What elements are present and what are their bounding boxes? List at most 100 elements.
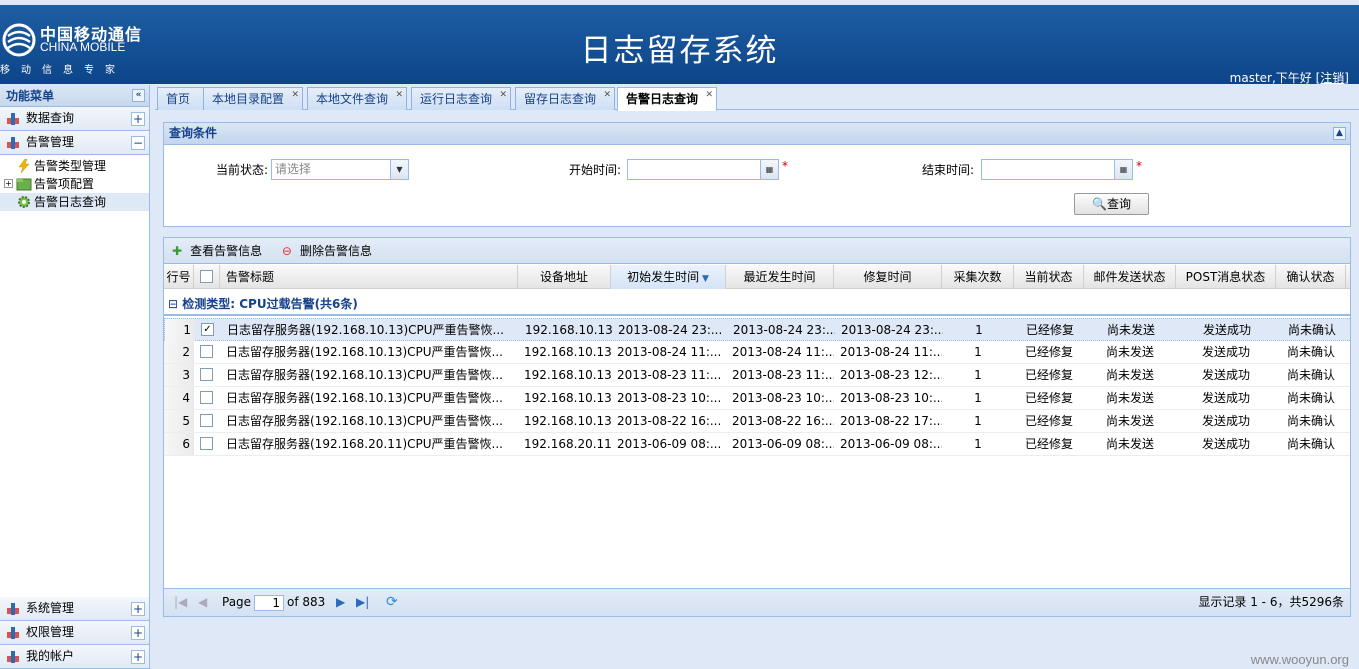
cell-confirm: 尚未确认 xyxy=(1286,391,1335,405)
delete-alarm-button[interactable]: ⊖ 删除告警信息 xyxy=(282,244,380,258)
menu-section[interactable]: 我的帐户 + xyxy=(0,645,149,669)
column-label: 告警标题 xyxy=(226,270,275,284)
next-page-icon[interactable]: ▶ xyxy=(336,589,345,615)
record-summary: 显示记录 1 - 6，共5296条 xyxy=(1198,595,1344,609)
row-checkbox[interactable] xyxy=(200,345,213,358)
search-icon: 🔍 xyxy=(1092,197,1107,211)
delete-icon: ⊖ xyxy=(281,244,292,258)
table-row[interactable]: 4 日志留存服务器(192.168.10.13)CPU严重告警恢... 192.16… xyxy=(164,387,1350,410)
cell-mail: 尚未发送 xyxy=(1105,391,1154,405)
menu-section[interactable]: 数据查询 + xyxy=(0,107,149,131)
table-row[interactable]: 3 日志留存服务器(192.168.10.13)CPU严重告警恢... 192.16… xyxy=(164,364,1350,387)
cell-count: 1 xyxy=(974,437,982,451)
calendar-icon[interactable]: ▦ xyxy=(1114,160,1132,179)
expand-toggle-icon[interactable]: − xyxy=(131,136,145,150)
menu-section-label: 我的帐户 xyxy=(26,649,75,663)
close-icon[interactable]: ✕ xyxy=(499,90,507,100)
column-header[interactable]: 行号 xyxy=(164,265,194,289)
app-header: 中国移动通信 CHINA MOBILE 移动信息专家 日志留存系统 master… xyxy=(0,0,1359,86)
sidebar: 功能菜单 « 数据查询 + 告警管理 − 告警类型管理 + 告警项配置 告警日志… xyxy=(0,85,150,669)
column-header[interactable]: 修复时间 xyxy=(834,265,942,289)
calendar-icon[interactable]: ▦ xyxy=(760,160,778,179)
tree-item-alarm-config[interactable]: + 告警项配置 xyxy=(0,175,149,193)
row-checkbox[interactable] xyxy=(200,391,213,404)
cell-count: 1 xyxy=(974,368,982,382)
tab[interactable]: 告警日志查询 ✕ xyxy=(617,87,718,111)
puzzle-icon: ✚ xyxy=(172,244,183,258)
collapse-sidebar-icon[interactable]: « xyxy=(132,89,145,102)
table-row[interactable]: 2 日志留存服务器(192.168.10.13)CPU严重告警恢... 192.16… xyxy=(164,341,1350,364)
column-header[interactable]: 当前状态 xyxy=(1014,265,1084,289)
column-header[interactable]: 邮件发送状态 xyxy=(1084,265,1176,289)
row-checkbox[interactable] xyxy=(200,414,213,427)
cell-state: 已经修复 xyxy=(1025,323,1074,337)
select-all-checkbox[interactable] xyxy=(200,270,213,283)
row-checkbox[interactable] xyxy=(200,437,213,450)
tab[interactable]: 首页 xyxy=(157,87,210,110)
logout-link[interactable]: [注销] xyxy=(1316,71,1349,85)
close-icon[interactable]: ✕ xyxy=(603,90,611,100)
row-checkbox[interactable]: ✓ xyxy=(201,323,214,336)
close-icon[interactable]: ✕ xyxy=(705,90,713,100)
table-row[interactable]: 6 日志留存服务器(192.168.20.11)CPU严重告警恢... 192.16… xyxy=(164,433,1350,456)
tab[interactable]: 本地目录配置 ✕ xyxy=(203,87,304,110)
column-header[interactable]: 初始发生时间 ▼ xyxy=(611,265,726,289)
cell-title: 日志留存服务器(192.168.10.13)CPU严重告警恢... xyxy=(226,345,503,359)
column-header[interactable]: 设备地址 xyxy=(518,265,611,289)
cell-fix: 2013-08-23 12:... xyxy=(840,368,942,382)
column-label: 当前状态 xyxy=(1024,270,1073,284)
prev-page-icon[interactable]: ◀ xyxy=(198,589,207,615)
start-time-field[interactable]: ▦ xyxy=(627,159,779,180)
column-header[interactable]: POST消息状态 xyxy=(1176,265,1276,289)
tree-item-label: 告警日志查询 xyxy=(34,195,107,209)
cell-title: 日志留存服务器(192.168.10.13)CPU严重告警恢... xyxy=(227,323,504,337)
cell-last: 2013-08-24 11:... xyxy=(732,345,834,359)
column-label: 最近发生时间 xyxy=(743,270,816,284)
column-header[interactable]: 采集次数 xyxy=(942,265,1014,289)
expand-toggle-icon[interactable]: + xyxy=(131,112,145,126)
close-icon[interactable]: ✕ xyxy=(291,90,299,100)
cell-ip: 192.168.10.13 xyxy=(524,391,611,405)
collapse-group-icon[interactable]: ⊟ xyxy=(168,297,178,311)
tree-item-alarm-log-query[interactable]: 告警日志查询 xyxy=(0,193,149,211)
column-header[interactable]: 确认状态 xyxy=(1276,265,1346,289)
tab-label: 首页 xyxy=(166,92,191,106)
last-page-icon[interactable]: ▶| xyxy=(356,589,369,615)
cell-post: 发送成功 xyxy=(1201,391,1250,405)
cell-confirm: 尚未确认 xyxy=(1286,437,1335,451)
row-checkbox[interactable] xyxy=(200,368,213,381)
menu-section[interactable]: 系统管理 + xyxy=(0,597,149,621)
refresh-icon[interactable]: ⟳ xyxy=(386,589,398,615)
expand-icon[interactable]: + xyxy=(4,179,13,188)
tab-label: 本地目录配置 xyxy=(212,92,285,106)
table-row[interactable]: 5 日志留存服务器(192.168.10.13)CPU严重告警恢... 192.16… xyxy=(164,410,1350,433)
expand-toggle-icon[interactable]: + xyxy=(131,602,145,616)
search-button[interactable]: 🔍查询 xyxy=(1074,193,1149,215)
cell-confirm: 尚未确认 xyxy=(1286,414,1335,428)
tree-item-alarm-type[interactable]: 告警类型管理 xyxy=(0,157,149,175)
expand-toggle-icon[interactable]: + xyxy=(131,650,145,664)
close-icon[interactable]: ✕ xyxy=(395,90,403,100)
cell-title: 日志留存服务器(192.168.10.13)CPU严重告警恢... xyxy=(226,368,503,382)
user-info: master,下午好 [注销] xyxy=(1230,69,1349,86)
menu-section[interactable]: 权限管理 + xyxy=(0,621,149,645)
gear-icon xyxy=(18,196,30,208)
tab[interactable]: 本地文件查询 ✕ xyxy=(307,87,408,110)
table-row[interactable]: 1 ✓ 日志留存服务器(192.168.10.13)CPU严重告警恢... 192.1… xyxy=(164,318,1350,341)
view-alarm-button[interactable]: ✚ 查看告警信息 xyxy=(172,244,270,258)
end-time-field[interactable]: ▦ xyxy=(981,159,1133,180)
app-title: 日志留存系统 xyxy=(580,33,779,69)
first-page-icon[interactable]: |◀ xyxy=(174,589,187,615)
menu-section[interactable]: 告警管理 − xyxy=(0,131,149,155)
column-header[interactable]: 告警标题 xyxy=(220,265,518,289)
cell-fix: 2013-08-24 23:... xyxy=(841,323,943,337)
status-select[interactable]: 请选择 ▼ xyxy=(271,159,409,180)
expand-toggle-icon[interactable]: + xyxy=(131,626,145,640)
chevron-down-icon[interactable]: ▼ xyxy=(390,160,408,179)
collapse-panel-icon[interactable]: ▲ xyxy=(1333,127,1346,140)
page-input[interactable]: 1 xyxy=(254,595,284,611)
tab[interactable]: 留存日志查询 ✕ xyxy=(515,87,616,110)
column-header[interactable]: 最近发生时间 xyxy=(726,265,834,289)
tab[interactable]: 运行日志查询 ✕ xyxy=(411,87,512,110)
group-row[interactable]: ⊟ 检测类型: CPU过载告警(共6条) xyxy=(164,292,1350,316)
